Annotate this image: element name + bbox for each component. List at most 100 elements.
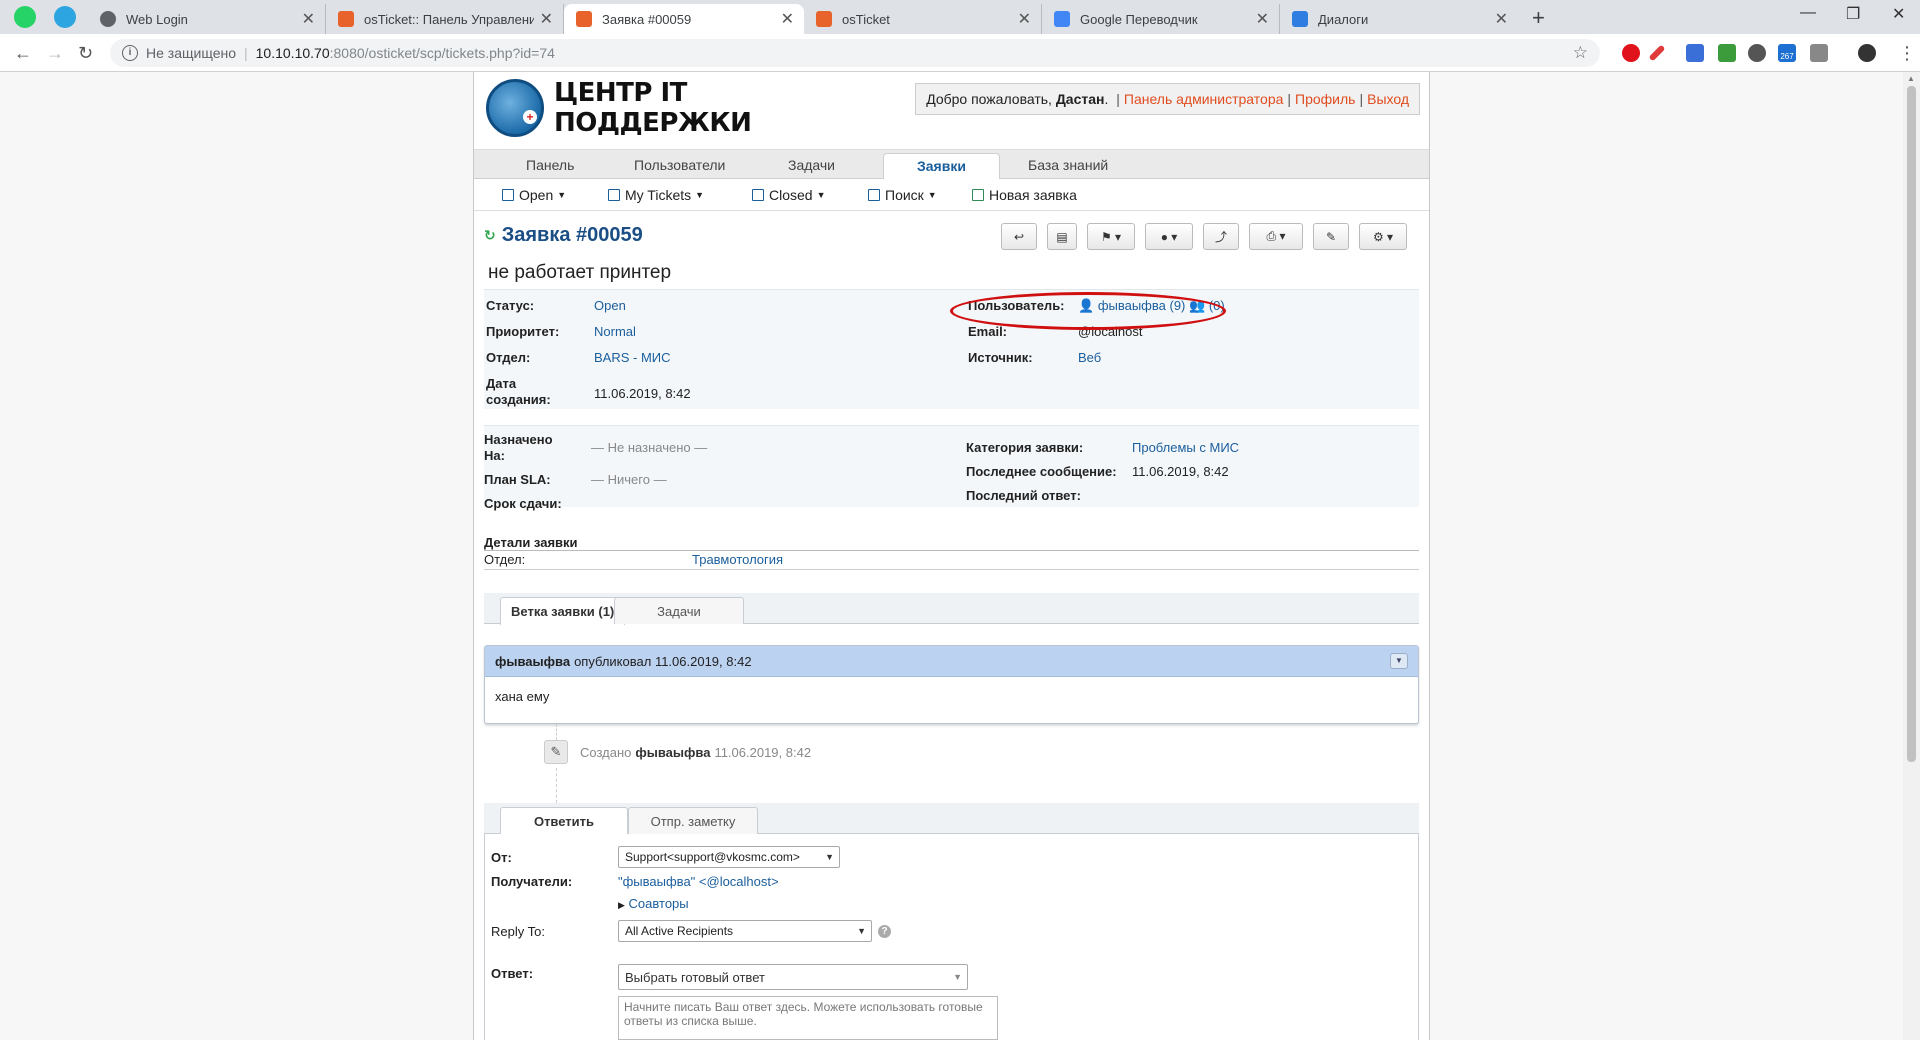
main-nav: Панель Пользователи Задачи Заявки База з… [474, 149, 1429, 180]
osticket-favicon-icon [816, 11, 832, 27]
reload-icon[interactable]: ↻ [78, 43, 93, 64]
transfer-icon[interactable]: ⤴ [1203, 223, 1239, 250]
edit-icon[interactable]: ✎ [1313, 223, 1349, 250]
staff-name: Дастан [1055, 91, 1105, 107]
close-tab-icon[interactable]: ✕ [1256, 9, 1269, 29]
subnav-closed[interactable]: Closed ▼ [752, 187, 826, 203]
new-tab-icon[interactable]: + [1532, 5, 1545, 31]
queue-icon [502, 189, 514, 201]
translate-extension-icon[interactable] [1686, 44, 1704, 62]
subnav-new-ticket[interactable]: Новая заявка [972, 187, 1077, 203]
dropdown-arrow-icon: ▼ [825, 852, 834, 862]
dropdown-arrow-icon: ▼ [857, 926, 866, 936]
ticket-subject: не работает принтер [488, 262, 672, 283]
tab-tasks[interactable]: Задачи [614, 597, 744, 624]
page-scrollbar[interactable]: ▲ [1903, 72, 1920, 1040]
bookmark-star-icon[interactable]: ☆ [1573, 43, 1588, 63]
response-textarea[interactable]: Начните писать Ваш ответ здесь. Можете и… [618, 996, 998, 1040]
profile-avatar-icon[interactable] [1858, 44, 1876, 62]
browser-tab-web-login[interactable]: Web Login ✕ [88, 4, 326, 34]
red-highlight-annotation [950, 292, 1226, 330]
ticket-title[interactable]: ↻ Заявка #00059 [484, 224, 643, 247]
note-icon[interactable]: ▤ [1047, 223, 1077, 250]
browser-tab-google-translate[interactable]: Google Переводчик ✕ [1042, 4, 1280, 34]
screenshot-extension-icon[interactable] [1810, 44, 1828, 62]
flag-icon[interactable]: ⚑ ▾ [1087, 223, 1135, 250]
scrollbar-thumb[interactable] [1907, 86, 1916, 762]
nav-tab-tasks[interactable]: Задачи [788, 157, 835, 173]
thread-entry: фываыфва опубликовал 11.06.2019, 8:42 ▼ … [484, 645, 1419, 724]
thread-author: фываыфва [495, 653, 571, 669]
sla-value: — Ничего — [591, 472, 667, 487]
subnav-my-tickets[interactable]: My Tickets ▼ [608, 187, 704, 203]
google-translate-icon [1054, 11, 1070, 27]
recipients-value[interactable]: "фываыфва" <@localhost> [618, 874, 779, 889]
browser-tab-osticket-panel[interactable]: osTicket:: Панель Управления А ✕ [326, 4, 564, 34]
print-icon[interactable]: ⎙ ▾ [1249, 223, 1303, 250]
help-icon[interactable]: ? [878, 925, 891, 938]
scroll-up-icon[interactable]: ▲ [1907, 74, 1915, 83]
subnav-open[interactable]: Open ▼ [502, 187, 566, 203]
logout-link[interactable]: Выход [1367, 91, 1409, 107]
chevron-down-icon[interactable]: ▼ [1390, 653, 1408, 669]
close-tab-icon[interactable]: ✕ [781, 9, 794, 29]
assigned-value: — Не назначено — [591, 440, 708, 455]
department-value: BARS - МИС [594, 350, 671, 365]
url-input[interactable]: i Не защищено | 10.10.10.70:8080/osticke… [110, 39, 1600, 67]
from-select[interactable]: Support<support@vkosmc.com> ▼ [618, 846, 840, 868]
close-tab-icon[interactable]: ✕ [302, 9, 315, 29]
reply-to-select[interactable]: All Active Recipients ▼ [618, 920, 872, 942]
queue-icon [868, 189, 880, 201]
site-logo[interactable]: + ЦЕНТР IT ПОДДЕРЖКИ [486, 78, 752, 138]
close-tab-icon[interactable]: ✕ [1495, 9, 1508, 29]
nav-tab-knowledgebase[interactable]: База знаний [1028, 157, 1108, 173]
close-tab-icon[interactable]: ✕ [1018, 9, 1031, 29]
globe-icon [100, 11, 116, 27]
tab-post-note[interactable]: Отпр. заметку [628, 807, 758, 834]
admin-panel-link[interactable]: Панель администратора [1124, 91, 1284, 107]
forward-arrow-icon[interactable]: → [46, 43, 64, 64]
circle-extension-icon[interactable] [1748, 44, 1766, 62]
pen-extension-icon[interactable] [1648, 44, 1666, 62]
osticket-container: + ЦЕНТР IT ПОДДЕРЖКИ Добро пожаловать, Д… [473, 72, 1430, 1040]
home-extension-icon[interactable] [1718, 44, 1736, 62]
caret-down-icon: ▼ [557, 190, 567, 200]
counter-extension-icon[interactable]: 267 [1778, 44, 1796, 62]
profile-link[interactable]: Профиль [1295, 91, 1355, 107]
ticket-details-row: Отдел: Травмотология [484, 550, 1419, 570]
refresh-icon[interactable]: ↻ [484, 227, 496, 244]
nav-tab-dashboard[interactable]: Панель [526, 157, 574, 173]
menu-dots-icon[interactable]: ⋮ [1898, 43, 1916, 64]
reply-arrow-icon[interactable]: ↩ [1001, 223, 1037, 250]
sub-nav: Open ▼ My Tickets ▼ Closed ▼ Поиск ▼ Новая з… [474, 179, 1429, 211]
whatsapp-pinned-tab-icon[interactable] [14, 6, 36, 28]
close-window-icon[interactable]: ✕ [1892, 4, 1905, 24]
maximize-icon[interactable]: ❐ [1846, 4, 1860, 24]
tab-thread[interactable]: Ветка заявки (1) [500, 597, 626, 625]
browser-tab-ticket[interactable]: Заявка #00059 ✕ [564, 4, 804, 34]
page-viewport: + ЦЕНТР IT ПОДДЕРЖКИ Добро пожаловать, Д… [0, 72, 1903, 1040]
nav-tab-tickets[interactable]: Заявки [883, 153, 1000, 180]
thread-entry-header: фываыфва опубликовал 11.06.2019, 8:42 ▼ [485, 646, 1418, 677]
browser-tab-bar: Web Login ✕ osTicket:: Панель Управления… [0, 0, 1920, 34]
info-icon[interactable]: i [122, 45, 138, 61]
browser-tab-dialogs[interactable]: Диалоги ✕ [1280, 4, 1518, 34]
caret-down-icon: ▼ [816, 190, 826, 200]
minimize-icon[interactable]: — [1800, 4, 1816, 22]
response-tabs: Ответить Отпр. заметку [484, 803, 1419, 835]
tab-post-reply[interactable]: Ответить [500, 807, 628, 835]
collaborators-toggle[interactable]: ▶ Соавторы [618, 896, 689, 911]
last-message-value: 11.06.2019, 8:42 [1132, 464, 1229, 479]
telegram-pinned-tab-icon[interactable] [54, 6, 76, 28]
opera-extension-icon[interactable] [1622, 44, 1640, 62]
close-tab-icon[interactable]: ✕ [540, 9, 553, 29]
back-arrow-icon[interactable]: ← [14, 43, 32, 64]
subnav-search[interactable]: Поиск ▼ [868, 187, 937, 203]
gear-icon[interactable]: ⚙ ▾ [1359, 223, 1407, 250]
canned-response-select[interactable]: Выбрать готовый ответ ▼ [618, 964, 968, 990]
queue-icon [608, 189, 620, 201]
caret-down-icon: ▼ [927, 190, 937, 200]
nav-tab-users[interactable]: Пользователи [634, 157, 725, 173]
browser-tab-osticket[interactable]: osTicket ✕ [804, 4, 1042, 34]
assign-user-icon[interactable]: ● ▾ [1145, 223, 1193, 250]
